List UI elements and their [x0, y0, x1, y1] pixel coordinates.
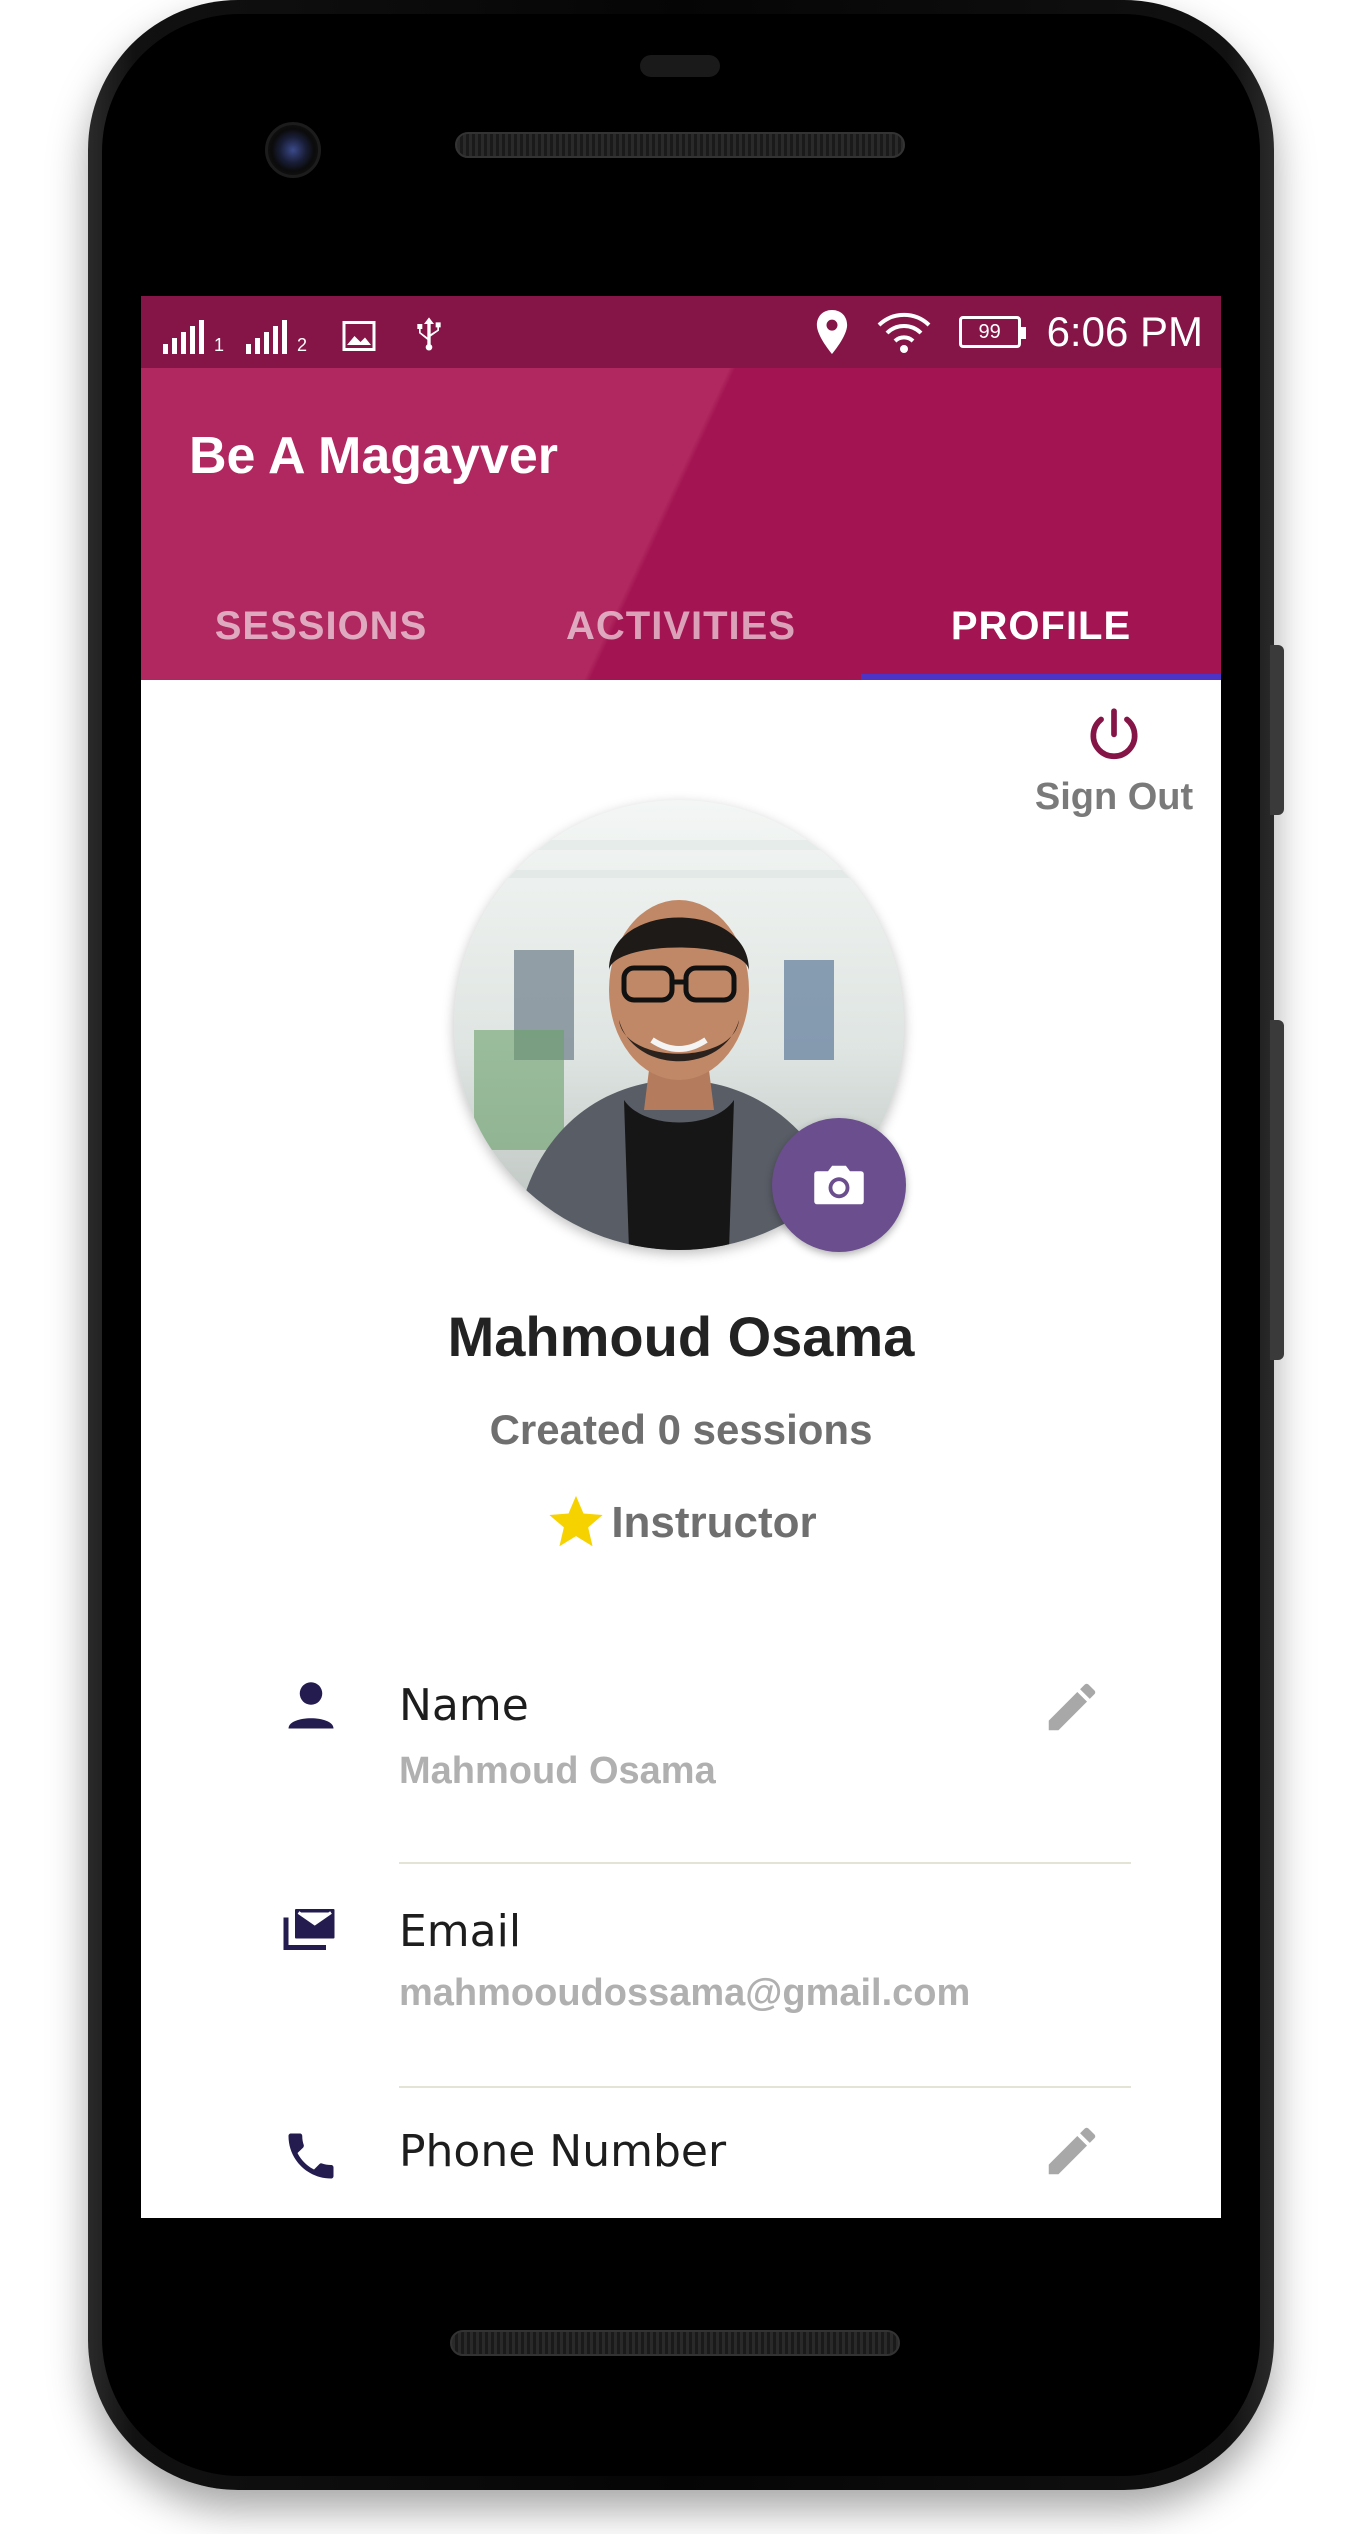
sim1-label: 1	[214, 335, 225, 355]
status-time: 6:06 PM	[1046, 308, 1203, 355]
email-icon	[283, 1906, 338, 1950]
email-label: Email	[399, 1906, 522, 1957]
role-label: Instructor	[611, 1498, 817, 1547]
profile-name: Mahmoud Osama	[447, 1305, 915, 1368]
tab-profile[interactable]: PROFILE	[861, 572, 1221, 680]
signal-sim1-icon	[163, 318, 204, 354]
sign-out-button[interactable]: Sign Out	[1029, 706, 1199, 819]
battery-icon: 99	[958, 316, 1026, 348]
status-left-icons: 1 2	[163, 310, 449, 354]
name-row: Name Mahmoud Osama	[141, 1676, 1221, 1836]
camera-icon	[814, 1165, 864, 1205]
front-camera	[265, 122, 321, 178]
sessions-count: Created 0 sessions	[489, 1406, 873, 1453]
usb-icon	[417, 317, 441, 351]
email-row: Email mahmooudossama@gmail.com	[141, 1906, 1221, 2066]
sim2-label: 2	[297, 335, 308, 355]
tab-sessions[interactable]: SESSIONS	[141, 572, 501, 680]
app-title: Be A Magayver	[189, 427, 558, 485]
app-bar: Be A Magayver SESSIONS ACTIVITIES PROFIL…	[141, 368, 1221, 680]
tab-bar: SESSIONS ACTIVITIES PROFILE	[141, 572, 1221, 680]
power-button	[1270, 1020, 1284, 1360]
sign-out-label: Sign Out	[1034, 776, 1194, 818]
edit-phone-icon[interactable]	[1041, 2120, 1103, 2182]
power-icon	[1090, 708, 1138, 759]
volume-button	[1270, 645, 1284, 815]
name-value: Mahmoud Osama	[399, 1750, 716, 1792]
status-right-icons: 99 6:06 PM	[815, 296, 1203, 368]
status-bar: 1 2 99 6:06 PM	[141, 296, 1221, 368]
earpiece-speaker	[455, 132, 905, 158]
phone-label: Phone Number	[399, 2126, 727, 2177]
app-screen: 1 2 99 6:06 PM Be A Magayver SESSIONS AC…	[141, 296, 1221, 2218]
person-icon	[288, 1682, 334, 1729]
bottom-speaker	[450, 2330, 900, 2356]
tab-activities[interactable]: ACTIVITIES	[501, 572, 861, 680]
signal-sim2-icon	[246, 318, 288, 354]
name-label: Name	[399, 1680, 529, 1731]
proximity-sensor	[640, 55, 720, 77]
battery-level: 99	[978, 320, 1001, 343]
location-icon	[816, 310, 847, 354]
star-icon	[549, 1495, 603, 1547]
wifi-icon	[877, 312, 930, 353]
divider	[399, 2086, 1131, 2088]
edit-name-icon[interactable]	[1041, 1676, 1103, 1738]
image-notification-icon	[342, 321, 376, 351]
role-badge: Instructor	[141, 1492, 1221, 1554]
change-photo-button[interactable]	[772, 1118, 906, 1252]
avatar-container	[454, 800, 906, 1252]
email-value: mahmooudossama@gmail.com	[399, 1972, 971, 2014]
phone-icon	[288, 2133, 334, 2179]
phone-row: Phone Number	[141, 2126, 1221, 2218]
divider	[399, 1862, 1131, 1864]
